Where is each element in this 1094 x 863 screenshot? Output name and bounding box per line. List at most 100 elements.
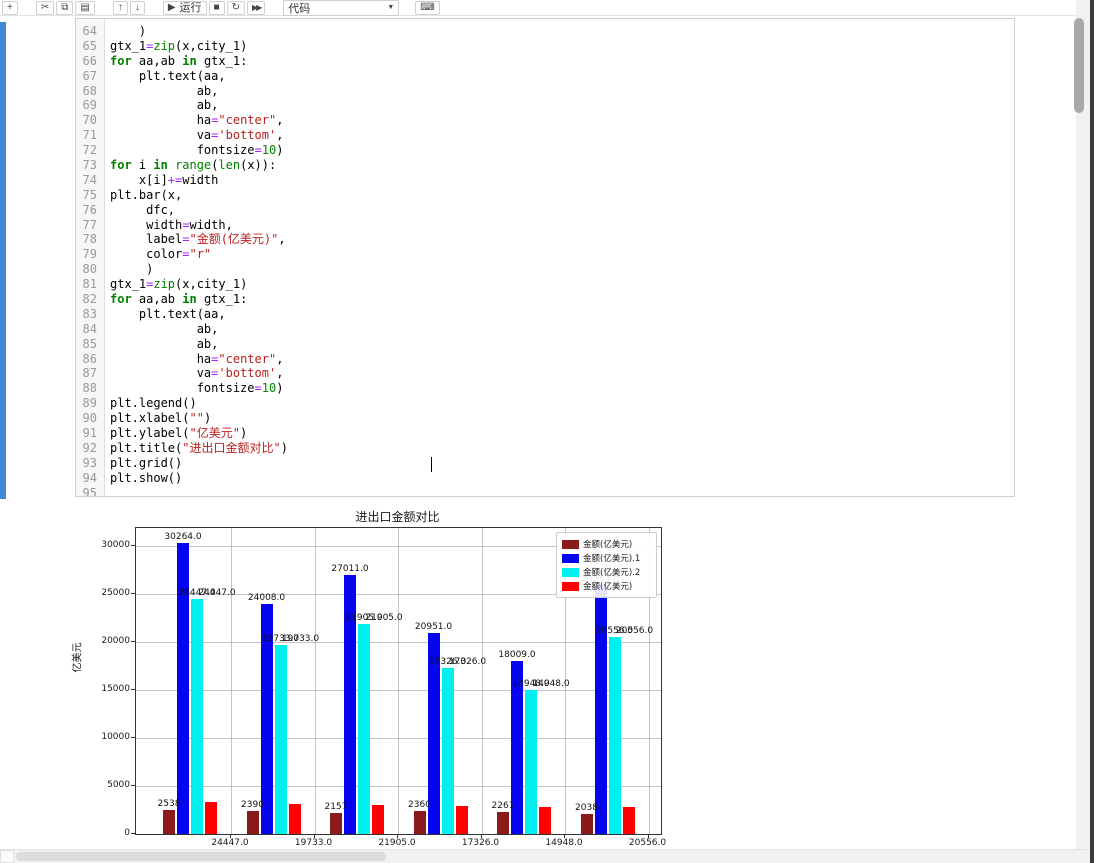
code-line[interactable]: 85 ab, [76, 337, 1014, 352]
code-line[interactable]: 95 [76, 486, 1014, 496]
code-line[interactable]: 79 color="r" [76, 247, 1014, 262]
code-line[interactable]: 88 fontsize=10) [76, 381, 1014, 396]
bar-value-label: 2261 [491, 801, 515, 812]
move-cell-down-button[interactable]: ↓ [129, 0, 145, 15]
code-line[interactable]: 91 plt.ylabel("亿美元") [76, 426, 1014, 441]
line-number: 93 [82, 455, 97, 470]
line-number: 90 [82, 411, 97, 426]
code-cell-input[interactable]: 64 ) 65 gtx_1=zip(x,city_1) 66 for aa,ab in … [75, 18, 1015, 497]
legend-swatch [562, 553, 579, 563]
line-number: 81 [82, 277, 97, 292]
code-line[interactable]: 89 plt.legend() [76, 396, 1014, 411]
bar-series3-group4 [539, 806, 551, 834]
legend-entry: 金额(亿美元) [562, 537, 651, 551]
code-line[interactable]: 67 plt.text(aa, [76, 69, 1014, 84]
code-line[interactable]: 70 ha="center", [76, 113, 1014, 128]
code-line[interactable]: 68 ab, [76, 84, 1014, 99]
keyboard-icon: ⌨ [420, 1, 435, 13]
code-text: plt.xlabel("") [110, 411, 212, 426]
code-line[interactable]: 77 width=width, [76, 218, 1014, 233]
code-line[interactable]: 71 va='bottom', [76, 128, 1014, 143]
bar-value-label: 14948.0 [532, 679, 570, 690]
code-text: width=width, [110, 217, 233, 232]
code-text: for i in range(len(x)): [110, 158, 277, 173]
code-line[interactable]: 94 plt.show() [76, 471, 1014, 486]
bar-series2-group3 [441, 667, 454, 834]
horizontal-scrollbar-thumb[interactable] [16, 852, 386, 861]
paste-cell-button[interactable]: ▤ [75, 0, 95, 15]
code-text: plt.legend() [110, 396, 197, 411]
notebook-toolbar: + ✂ ⧉ ▤ ↑ ↓ ▶ 运行 ■ ↻ ▶▶ 代码 ▼ ⌨ [0, 0, 1094, 16]
code-line[interactable]: 80 ) [76, 262, 1014, 277]
restart-run-all-button[interactable]: ▶▶ [246, 0, 266, 15]
code-text: dfc, [110, 202, 176, 217]
code-line[interactable]: 90 plt.xlabel("") [76, 411, 1014, 426]
restart-icon: ↻ [231, 1, 240, 13]
line-number: 91 [82, 426, 97, 441]
legend-entry: 金额(亿美元).1 [562, 551, 651, 565]
toolbar-group: ↑ ↓ [112, 0, 147, 15]
code-line[interactable]: 82 for aa,ab in gtx_1: [76, 292, 1014, 307]
interrupt-kernel-button[interactable]: ■ [208, 0, 225, 15]
line-number: 78 [82, 232, 97, 247]
insert-cell-below-button[interactable]: + [2, 0, 18, 15]
code-line[interactable]: 74 x[i]+=width [76, 173, 1014, 188]
code-line[interactable]: 84 ab, [76, 322, 1014, 337]
legend-entry: 金额(亿美元).2 [562, 565, 651, 579]
gridline-v [481, 528, 483, 834]
code-line[interactable]: 69 ab, [76, 98, 1014, 113]
code-text: ab, [110, 98, 219, 113]
command-palette-button[interactable]: ⌨ [415, 0, 440, 15]
code-line[interactable]: 66 for aa,ab in gtx_1: [76, 54, 1014, 69]
line-number: 92 [82, 440, 97, 455]
line-number: 80 [82, 262, 97, 277]
bar-series1-group5 [594, 584, 607, 834]
vertical-scrollbar-thumb[interactable] [1074, 18, 1084, 113]
run-cell-button[interactable]: ▶ 运行 [162, 0, 207, 15]
line-number: 70 [82, 113, 97, 128]
code-line[interactable]: 73 for i in range(len(x)): [76, 158, 1014, 173]
code-line[interactable]: 72 fontsize=10) [76, 143, 1014, 158]
code-line[interactable]: 86 ha="center", [76, 352, 1014, 367]
code-text: plt.title("进出口金额对比") [110, 440, 288, 455]
code-line[interactable]: 64 ) [76, 24, 1014, 39]
bar-series0-group5 [580, 814, 593, 834]
y-tick-label: 15000 [101, 684, 130, 694]
code-line[interactable]: 87 va='bottom', [76, 366, 1014, 381]
code-line[interactable]: 78 label="金额(亿美元)", [76, 232, 1014, 247]
x-tick-label: 17326.0 [461, 838, 500, 848]
code-line[interactable]: 93 plt.grid() [76, 456, 1014, 471]
legend-swatch [562, 567, 579, 577]
cut-cell-button[interactable]: ✂ [35, 0, 55, 15]
bar-series3-group0 [205, 802, 217, 834]
horizontal-scrollbar[interactable] [0, 849, 1090, 863]
window-edge [1090, 0, 1094, 863]
cell-type-dropdown[interactable]: 代码 ▼ [283, 0, 400, 16]
code-line[interactable]: 75 plt.bar(x, [76, 188, 1014, 203]
code-line[interactable]: 76 dfc, [76, 203, 1014, 218]
code-text: plt.show() [110, 470, 183, 485]
move-cell-up-button[interactable]: ↑ [112, 0, 128, 15]
gridline-v [314, 528, 316, 834]
code-line[interactable]: 65 gtx_1=zip(x,city_1) [76, 39, 1014, 54]
code-text: color="r" [110, 247, 212, 262]
copy-icon: ⧉ [61, 1, 69, 13]
bar-series2-group1 [274, 644, 287, 834]
bar-value-label: 17326.0 [448, 656, 487, 667]
chart-ylabel: 亿美元 [72, 642, 84, 673]
code-text: fontsize=10) [110, 381, 284, 396]
toolbar-buttons: + ✂ ⧉ ▤ ↑ ↓ ▶ 运行 ■ ↻ ▶▶ [2, 0, 283, 15]
code-lines: 64 ) 65 gtx_1=zip(x,city_1) 66 for aa,ab in … [76, 24, 1014, 496]
code-line[interactable]: 83 plt.text(aa, [76, 307, 1014, 322]
line-number: 94 [82, 470, 97, 485]
restart-kernel-button[interactable]: ↻ [226, 0, 245, 15]
code-line[interactable]: 81 gtx_1=zip(x,city_1) [76, 277, 1014, 292]
vertical-scrollbar[interactable] [1074, 0, 1090, 863]
bar-value-label: 2390 [241, 800, 264, 811]
line-number: 83 [82, 306, 97, 321]
legend-label: 金额(亿美元).2 [583, 568, 641, 578]
line-number: 85 [82, 336, 97, 351]
y-tick-mark [131, 689, 135, 690]
copy-cell-button[interactable]: ⧉ [56, 0, 74, 15]
code-line[interactable]: 92 plt.title("进出口金额对比") [76, 441, 1014, 456]
